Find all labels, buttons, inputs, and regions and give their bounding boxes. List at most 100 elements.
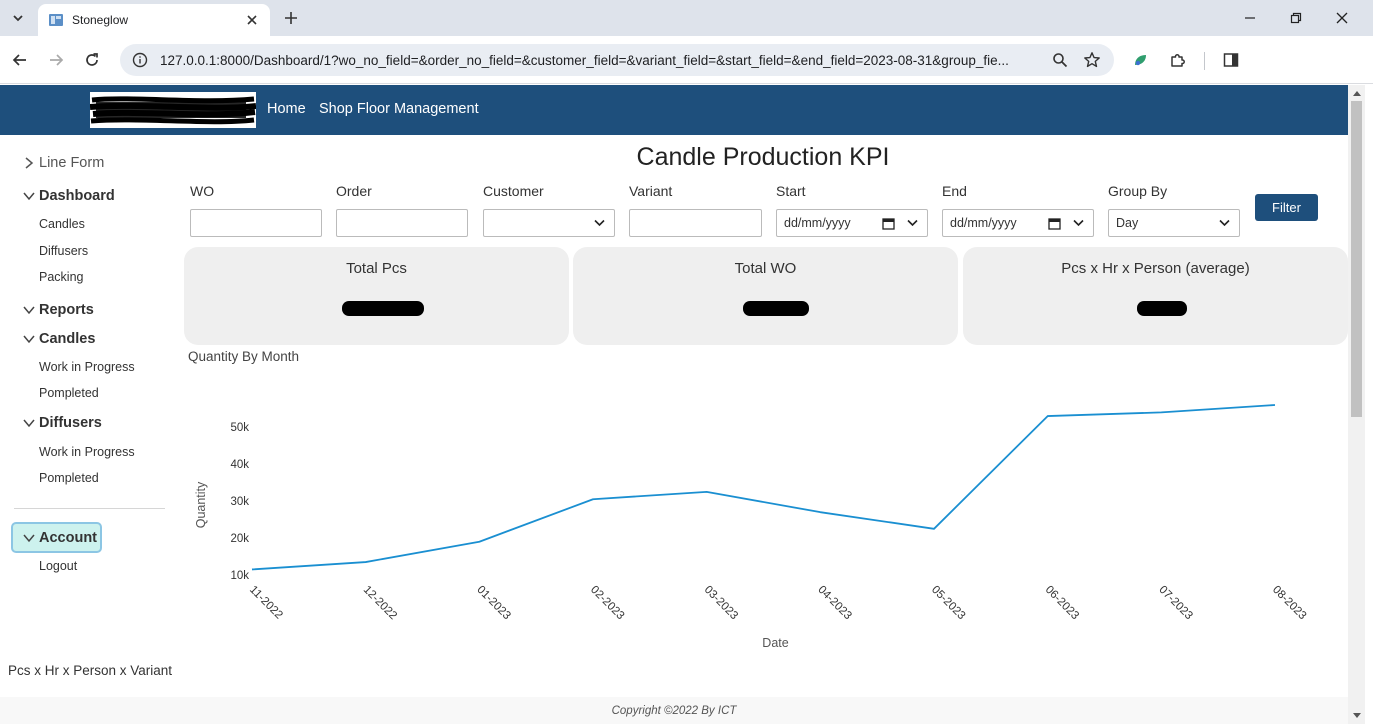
filter-button[interactable]: Filter [1255,194,1318,221]
wo-input[interactable] [190,209,322,237]
variant-input[interactable] [629,209,762,237]
chevron-right-icon [22,156,36,170]
quantity-line-chart: 10k 20k 30k 40k 50k 11-2022 12-2022 01-2023 02-2… [194,404,1308,650]
sidebar-account[interactable]: Account [11,522,102,553]
page-scrollbar[interactable] [1348,85,1365,724]
sidebar-item-diffusers[interactable]: Diffusers [39,244,88,258]
sidebar-line-form-label: Line Form [39,155,105,171]
page-title: Candle Production KPI [636,143,890,171]
sidebar-line-form[interactable]: Line Form [22,155,104,171]
close-tab-icon[interactable] [244,12,260,28]
nav-link-shop-floor[interactable]: Shop Floor Management [319,101,479,117]
calendar-icon[interactable] [880,215,896,231]
chevron-down-icon [13,15,23,22]
y-tick-label: 20k [230,533,249,545]
sidebar-item-diffusers-wip[interactable]: Work in Progress [39,445,135,459]
back-button[interactable] [8,48,32,72]
sidebar-item-candles-completed[interactable]: Pompleted [39,386,99,400]
minimize-button[interactable] [1227,0,1273,36]
end-date-placeholder: dd/mm/yyyy [950,216,1017,230]
y-tick-label: 40k [230,459,249,471]
address-bar[interactable]: 127.0.0.1:8000/Dashboard/1?wo_no_field=&… [120,44,1114,76]
customer-label: Customer [483,183,544,199]
copyright-text: Copyright ©2022 By ICT [611,704,737,717]
sidebar-diffusers-label: Diffusers [39,415,102,431]
sidebar-dashboard-label: Dashboard [39,188,115,204]
kpi-title: Pcs x Hr x Person (average) [1061,260,1250,277]
sidebar-item-diffusers-completed[interactable]: Pompleted [39,471,99,485]
bookmark-star-icon[interactable] [1082,50,1102,70]
redacted-logo-icon [90,92,256,128]
x-tick-label: 12-2022 [361,584,399,622]
redacted-value [342,301,424,316]
kpi-card-total-wo: Total WO [573,247,958,345]
sidebar-item-candles-wip[interactable]: Work in Progress [39,360,135,374]
forward-button[interactable] [44,48,68,72]
sidebar-item-logout[interactable]: Logout [39,559,77,573]
variant-label: Variant [629,183,673,199]
reload-button[interactable] [80,48,104,72]
y-tick-label: 10k [230,570,249,582]
kpi-title: Total WO [734,260,797,277]
order-input[interactable] [336,209,468,237]
x-tick-label: 01-2023 [474,584,512,622]
sidebar-candles[interactable]: Candles [22,331,95,347]
sidebar-item-packing[interactable]: Packing [39,270,83,284]
sidebar-divider [14,508,165,509]
redacted-value [743,301,809,316]
brand-logo[interactable] [90,92,256,128]
start-date-placeholder: dd/mm/yyyy [784,216,851,230]
start-date-input[interactable]: dd/mm/yyyy [776,209,928,237]
y-axis-label: Quantity [194,481,208,528]
redacted-value [1137,301,1187,316]
sidebar-reports[interactable]: Reports [22,302,94,318]
group-by-select[interactable]: Day [1108,209,1240,237]
minimize-icon [1245,17,1255,19]
nav-link-home[interactable]: Home [267,101,306,117]
extension-leaf-icon[interactable] [1129,49,1151,71]
browser-toolbar: 127.0.0.1:8000/Dashboard/1?wo_no_field=&… [0,36,1373,84]
chevron-down-icon [22,531,36,545]
x-tick-label: 08-2023 [1270,584,1308,622]
close-window-button[interactable] [1319,0,1365,36]
url-text: 127.0.0.1:8000/Dashboard/1?wo_no_field=&… [160,52,1009,68]
sidebar-item-candles[interactable]: Candles [39,217,85,231]
group-by-value: Day [1116,216,1139,230]
scroll-down-icon[interactable] [1348,709,1365,723]
sidebar-dashboard[interactable]: Dashboard [22,188,115,204]
start-label: Start [776,183,806,199]
x-tick-label: 07-2023 [1156,584,1194,622]
series-line-quantity [251,404,1276,571]
new-tab-button[interactable] [278,6,304,30]
site-navbar: Home Shop Floor Management [0,85,1348,135]
extensions-puzzle-icon[interactable] [1167,49,1189,71]
customer-select[interactable] [483,209,615,237]
x-tick-label: 03-2023 [702,584,740,622]
calendar-icon[interactable] [1046,215,1062,231]
arrow-right-icon [50,54,64,66]
restore-button[interactable] [1273,0,1319,36]
chevron-down-icon[interactable] [904,215,920,231]
order-label: Order [336,183,372,199]
kpi-title: Total Pcs [346,260,407,277]
end-date-input[interactable]: dd/mm/yyyy [942,209,1094,237]
side-panel-icon[interactable] [1220,49,1242,71]
chevron-down-icon[interactable] [1070,215,1086,231]
zoom-icon[interactable] [1050,50,1070,70]
toolbar-separator [1204,52,1205,70]
tab-search-button[interactable] [6,6,30,30]
sidebar-account-label: Account [39,529,97,546]
browser-tab[interactable]: Stoneglow [38,4,270,36]
site-info-icon[interactable] [132,52,148,68]
scroll-up-icon[interactable] [1348,86,1365,100]
arrow-left-icon [12,54,26,66]
scroll-thumb[interactable] [1351,101,1362,417]
x-tick-label: 05-2023 [929,584,967,622]
chevron-down-icon [1216,215,1232,231]
chevron-down-icon [22,416,36,430]
sidebar-diffusers[interactable]: Diffusers [22,415,102,431]
section-label-variant: Pcs x Hr x Person x Variant [8,663,173,678]
kpi-card-total-pcs: Total Pcs [184,247,569,345]
y-tick-label: 30k [230,496,249,508]
tab-title: Stoneglow [72,13,129,27]
